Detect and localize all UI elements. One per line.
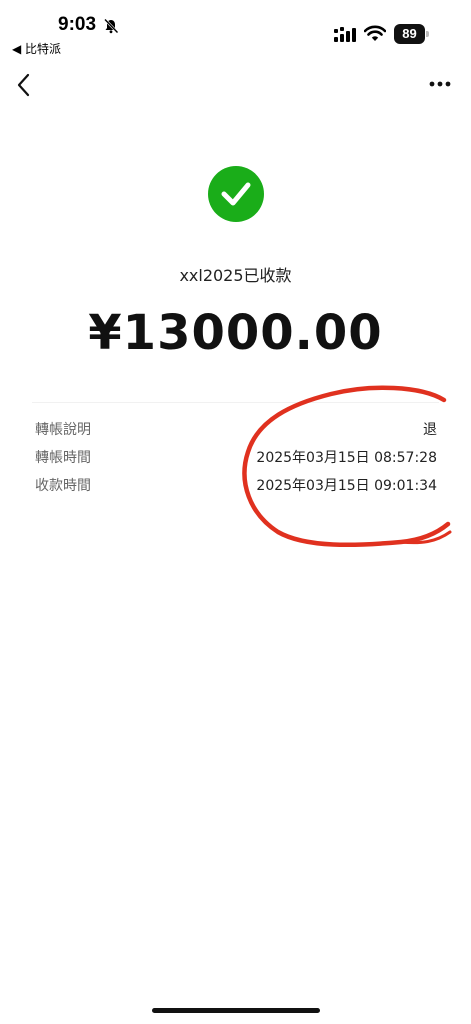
signal-icon <box>334 27 356 42</box>
home-indicator[interactable] <box>152 1008 320 1013</box>
detail-label: 收款時間 <box>35 478 91 494</box>
annotation-circle <box>242 385 452 548</box>
check-circle-icon <box>208 166 264 222</box>
status-time: 9:03 <box>58 14 97 35</box>
wifi-icon <box>364 25 386 41</box>
payment-amount: ¥13000.00 <box>88 305 383 361</box>
battery-level: 89 <box>394 24 425 44</box>
detail-label: 轉帳說明 <box>35 422 91 438</box>
battery-icon: 89 <box>394 24 430 44</box>
bell-slash-icon <box>104 18 119 34</box>
more-dots-icon[interactable] <box>428 80 452 88</box>
back-chevron-icon[interactable] <box>14 72 34 98</box>
payment-receipt-screen: 9:03 ◀ 比特派 89 xxl2025已收款 ¥13000.00 轉帳說明 … <box>0 0 471 1024</box>
payee-status: xxl2025已收款 <box>179 266 292 285</box>
back-to-app-link[interactable]: ◀ 比特派 <box>12 40 61 57</box>
detail-label: 轉帳時間 <box>35 450 91 466</box>
